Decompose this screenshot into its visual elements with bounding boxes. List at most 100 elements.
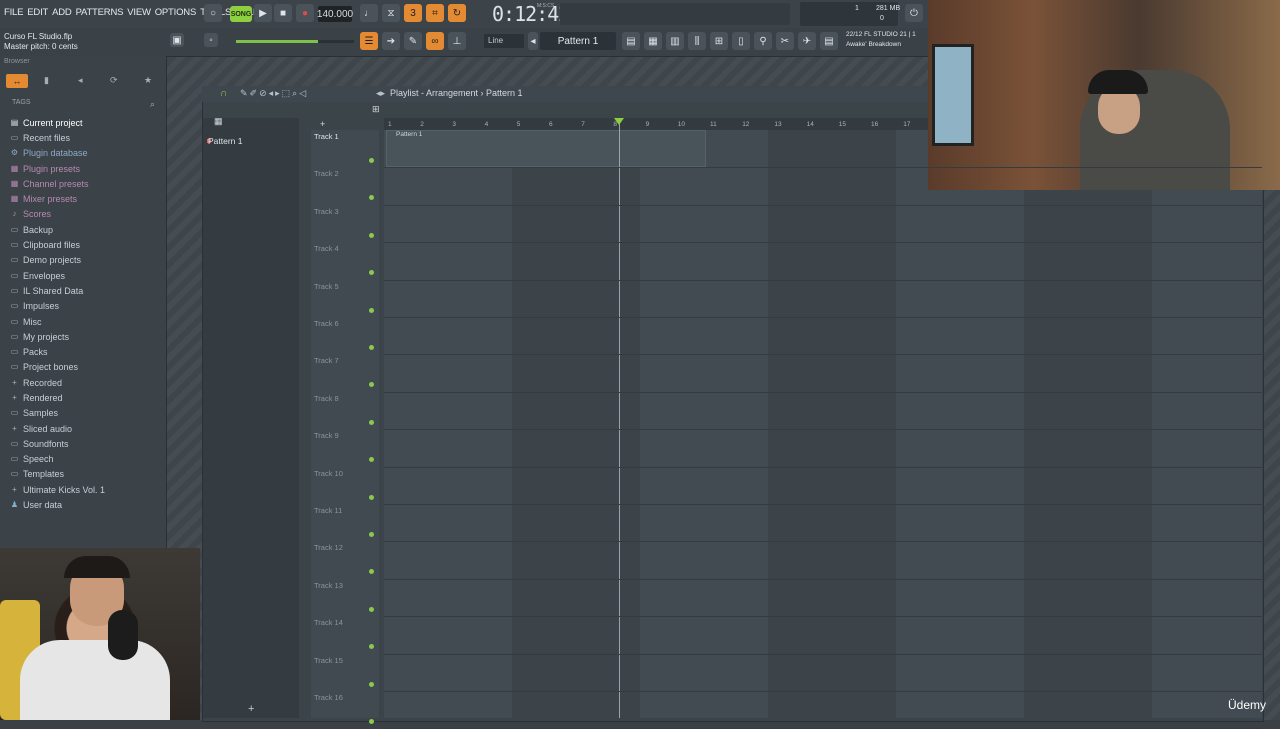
track-label[interactable]: Track 3 [314, 207, 339, 216]
snap-icon[interactable]: ⊞ [372, 104, 380, 115]
stamp-icon[interactable]: ⊥ [448, 32, 466, 50]
record-icon[interactable]: ● [296, 4, 314, 22]
playlist-grid[interactable] [384, 130, 1262, 718]
browser-item[interactable]: ♪ Scores [10, 207, 160, 222]
pitch-knob-icon[interactable]: ◦ [204, 33, 218, 47]
play-icon[interactable]: ▶ [254, 4, 272, 22]
browser-item[interactable]: ▭ Backup [10, 222, 160, 237]
track-label[interactable]: Track 15 [314, 656, 343, 665]
pencil-icon[interactable]: ✎ [404, 32, 422, 50]
track-label[interactable]: Track 6 [314, 319, 339, 328]
menu-edit[interactable]: EDIT [27, 7, 48, 18]
add-track-icon[interactable]: + [320, 119, 325, 129]
track-label[interactable]: Track 1 [314, 132, 339, 141]
track-label[interactable]: Track 12 [314, 543, 343, 552]
track-label[interactable]: Track 5 [314, 282, 339, 291]
channel-rack-icon[interactable]: ▥ [666, 32, 684, 50]
magnet-icon[interactable]: ∩ [220, 88, 227, 99]
menu-patterns[interactable]: PATTERNS [76, 7, 124, 18]
project-info-icon[interactable]: ▤ [820, 32, 838, 50]
arrow-right-icon[interactable]: ➔ [382, 32, 400, 50]
menu-file[interactable]: FILE [4, 7, 23, 18]
browser-refresh-icon[interactable]: ⟳ [110, 75, 118, 86]
browser-item[interactable]: ▭ Speech [10, 452, 160, 467]
playlist-view-icon[interactable]: ☰ [360, 32, 378, 50]
track-label[interactable]: Track 9 [314, 431, 339, 440]
track-mute-icon[interactable] [369, 532, 374, 537]
track-mute-icon[interactable] [369, 345, 374, 350]
browser-item[interactable]: ▦ Mixer presets [10, 191, 160, 206]
time-display[interactable]: 0:12:42 [492, 2, 570, 26]
record-mode-icon[interactable]: ○ [204, 4, 222, 22]
browser-item[interactable]: + Rendered [10, 390, 160, 405]
pattern-picker-icon[interactable]: ▦ [214, 116, 223, 127]
snap-selector[interactable]: Line [484, 34, 524, 48]
track-label[interactable]: Track 11 [314, 506, 342, 515]
playlist-titlebar[interactable] [202, 86, 928, 102]
power-icon[interactable]: ⏻ [905, 4, 923, 22]
track-label[interactable]: Track 2 [314, 169, 339, 178]
track-mute-icon[interactable] [369, 307, 374, 313]
menu-options[interactable]: OPTIONS [155, 7, 197, 18]
playlist-breadcrumb[interactable]: Playlist - Arrangement › Pattern 1 [390, 88, 523, 98]
browser-item[interactable]: ▭ Impulses [10, 299, 160, 314]
channel-icon[interactable]: ⊞ [710, 32, 728, 50]
playlist-tools-icon[interactable]: ✎✐⊘◂▸⬚⌕◁ [240, 88, 308, 99]
track-mute-icon[interactable] [369, 419, 374, 425]
browser-icon[interactable]: ▯ [732, 32, 750, 50]
mixer-icon[interactable]: ⫼ [688, 32, 706, 50]
browser-item[interactable]: ▭ My projects [10, 329, 160, 344]
track-mute-icon[interactable] [369, 494, 374, 500]
track-mute-icon[interactable] [369, 606, 374, 612]
browser-item[interactable]: ▦ Channel presets [10, 176, 160, 191]
browser-all-icon[interactable]: ↔ [6, 74, 28, 88]
loop-record-icon[interactable]: ↻ [448, 4, 466, 22]
browser-item[interactable]: ♟ User data [10, 497, 160, 512]
menu-add[interactable]: ADD [52, 7, 72, 18]
browser-item[interactable]: ▦ Plugin presets [10, 161, 160, 176]
track-label[interactable]: Track 16 [314, 693, 343, 702]
track-label[interactable]: Track 8 [314, 394, 339, 403]
browser-item[interactable]: ▭ Samples [10, 406, 160, 421]
browser-item[interactable]: + Ultimate Kicks Vol. 1 [10, 482, 160, 497]
plugin-picker-icon[interactable]: ⚲ [754, 32, 772, 50]
song-mode-button[interactable]: SONG [230, 6, 252, 22]
master-pitch-slider[interactable] [318, 40, 354, 43]
track-label[interactable]: Track 10 [314, 469, 343, 478]
browser-item[interactable]: + Recorded [10, 375, 160, 390]
browser-back-icon[interactable]: ◂ [78, 75, 83, 86]
master-volume-slider[interactable] [236, 40, 318, 43]
track-label[interactable]: Track 13 [314, 581, 343, 590]
track-label[interactable]: Track 14 [314, 618, 343, 627]
arrange-icon[interactable]: ◂▸ [376, 88, 385, 99]
browser-item[interactable]: ▭ Templates [10, 467, 160, 482]
wrench-icon[interactable]: ✈ [798, 32, 816, 50]
panel-toggle-icon[interactable]: ▣ [170, 33, 184, 47]
browser-item[interactable]: ▭ Packs [10, 344, 160, 359]
browser-item[interactable]: ▭ Clipboard files [10, 237, 160, 252]
tempo-display[interactable]: 140.000 [317, 6, 353, 22]
touch-controller-icon[interactable]: ✂ [776, 32, 794, 50]
countdown-icon[interactable]: 3 [404, 4, 422, 22]
browser-star-icon[interactable]: ★ [144, 75, 152, 86]
track-label[interactable]: Track 7 [314, 356, 339, 365]
metronome-icon[interactable]: ♩ [360, 4, 378, 22]
piano-roll-icon[interactable]: ▦ [644, 32, 662, 50]
playlist-icon[interactable]: ▤ [622, 32, 640, 50]
track-mute-icon[interactable] [369, 232, 374, 238]
track-mute-icon[interactable] [369, 681, 374, 687]
stop-icon[interactable]: ■ [274, 4, 292, 22]
search-icon[interactable]: ⌕ [150, 99, 155, 110]
browser-item[interactable]: ▭ IL Shared Data [10, 283, 160, 298]
browser-item[interactable]: + Sliced audio [10, 421, 160, 436]
browser-item[interactable]: ▭ Recent files [10, 130, 160, 145]
menu-view[interactable]: VIEW [127, 7, 151, 18]
browser-item[interactable]: ▭ Demo projects [10, 253, 160, 268]
browser-item[interactable]: ⚙ Plugin database [10, 146, 160, 161]
pattern-picker-item[interactable]: Pattern 1 [208, 136, 243, 146]
add-pattern-button[interactable]: + [248, 703, 254, 715]
browser-item[interactable]: ▭ Envelopes [10, 268, 160, 283]
wait-icon[interactable]: ⧖ [382, 4, 400, 22]
prev-pattern-icon[interactable]: ◂ [528, 32, 538, 50]
track-label[interactable]: Track 4 [314, 244, 339, 253]
